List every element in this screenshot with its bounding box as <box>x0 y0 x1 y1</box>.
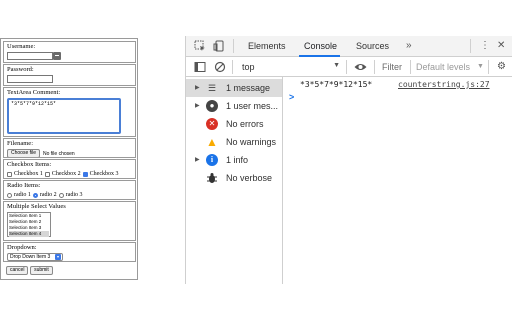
sidebar-item-messages[interactable]: ▶ ☰ 1 message <box>186 79 282 97</box>
tab-console[interactable]: Console <box>304 41 337 51</box>
devtools-panel: Elements Console Sources » ⋮ ✕ top ▼ Fil… <box>185 36 512 284</box>
sidebar-item-verbose[interactable]: No verbose <box>186 169 282 187</box>
radio-1[interactable] <box>7 192 12 198</box>
sidebar-item-user-messages[interactable]: ▶ ● 1 user mes... <box>186 97 282 115</box>
password-label: Password: <box>7 66 34 73</box>
buttons-cell: cancel submit <box>3 263 136 277</box>
chevron-right-icon[interactable]: ▶ <box>195 151 200 169</box>
console-output: *3*5*7*9*12*15* counterstring.js:27 > <box>283 77 512 284</box>
sidebar-item-warnings[interactable]: ▲ No warnings <box>186 133 282 151</box>
multiselect-cell: Multiple Select Values Selection Item 1 … <box>3 201 136 241</box>
filter-input[interactable]: Filter <box>382 62 402 72</box>
list-icon: ☰ <box>207 83 217 93</box>
tab-sources[interactable]: Sources <box>356 41 389 51</box>
chevron-right-icon[interactable]: ▶ <box>195 97 200 115</box>
chevron-double-right-icon[interactable]: » <box>406 40 412 52</box>
bug-icon <box>206 172 218 184</box>
password-input[interactable] <box>7 75 53 83</box>
tab-elements[interactable]: Elements <box>248 41 286 51</box>
password-cell: Password: <box>3 64 136 86</box>
sidebar-item-label: No verbose <box>226 173 273 183</box>
prompt-chevron-icon: > <box>289 92 295 102</box>
chevron-down-icon: ▼ <box>477 63 484 70</box>
checkbox-2[interactable] <box>44 171 50 177</box>
sidebar-toggle-icon[interactable] <box>194 61 206 77</box>
dropdown-cell: Dropdown: Drop Down Item 3 ▾ <box>3 242 136 262</box>
console-sidebar: ▶ ☰ 1 message ▶ ● 1 user mes... ✕ No err… <box>186 77 283 284</box>
console-message-row: *3*5*7*9*12*15* counterstring.js:27 <box>283 77 512 92</box>
radio-label: Radio Items: <box>7 182 41 189</box>
sidebar-item-label: No warnings <box>226 137 277 147</box>
multiselect-listbox[interactable]: Selection Item 1 Selection Item 2 Select… <box>7 212 51 237</box>
console-source-link[interactable]: counterstring.js:27 <box>398 80 490 89</box>
textarea-label: TextArea Comment: <box>7 89 61 96</box>
toolbar-divider <box>374 60 375 74</box>
sidebar-item-label: No errors <box>226 119 264 129</box>
dropdown-select[interactable]: Drop Down Item 3 ▾ <box>7 253 63 261</box>
choose-file-button[interactable]: Choose file <box>7 149 41 157</box>
context-select-value: top <box>242 62 255 72</box>
list-item[interactable]: Selection Item 4 <box>9 231 49 237</box>
username-input[interactable] <box>7 52 61 60</box>
eye-icon[interactable] <box>354 61 367 77</box>
submit-button[interactable]: submit <box>30 266 53 275</box>
devtools-tab-bar: Elements Console Sources » ⋮ ✕ <box>186 36 512 57</box>
radio-2[interactable] <box>32 192 38 198</box>
checkbox-label: Checkbox Items: <box>7 161 52 168</box>
radio-1-label: radio 1 <box>14 192 31 198</box>
checkbox-1-label: Checkbox 1 <box>14 171 43 177</box>
log-levels-select[interactable]: Default levels <box>416 62 470 72</box>
toolbar-divider <box>233 39 234 53</box>
console-toolbar: top ▼ Filter Default levels ▼ ⚙ <box>186 57 512 77</box>
close-icon[interactable]: ✕ <box>497 40 505 52</box>
checkbox-3-label: Checkbox 3 <box>89 171 119 177</box>
checkbox-2-label: Checkbox 2 <box>51 171 81 177</box>
radio-cell: Radio Items: radio 1 radio 2 radio 3 <box>3 180 136 200</box>
radio-2-label: radio 2 <box>39 192 57 198</box>
sidebar-item-label: 1 user mes... <box>226 101 279 111</box>
dropdown-label: Dropdown: <box>7 244 37 251</box>
checkbox-1[interactable] <box>7 171 12 177</box>
checkbox-cell: Checkbox Items: Checkbox 1 Checkbox 2 Ch… <box>3 159 136 179</box>
password-manager-key-icon[interactable] <box>53 52 61 60</box>
user-icon: ● <box>206 100 218 112</box>
chevron-right-icon[interactable]: ▶ <box>195 79 200 97</box>
kebab-menu-icon[interactable]: ⋮ <box>480 40 490 52</box>
toolbar-divider <box>488 60 489 74</box>
multiselect-label: Multiple Select Values <box>7 203 66 210</box>
inspect-element-icon[interactable] <box>194 40 206 56</box>
username-label: Username: <box>7 43 36 50</box>
html-form-page: Username: Password: TextArea Comment: *3… <box>0 38 138 280</box>
toolbar-divider <box>346 60 347 74</box>
radio-3[interactable] <box>58 192 64 198</box>
filename-label: Filename: <box>7 140 33 147</box>
info-icon: i <box>206 154 218 166</box>
no-file-text: No file chosen <box>43 150 75 157</box>
toolbar-divider <box>410 60 411 74</box>
clear-console-icon[interactable] <box>214 61 226 77</box>
sidebar-item-label: 1 info <box>226 155 249 165</box>
gear-icon[interactable]: ⚙ <box>497 61 506 73</box>
filename-cell: Filename: Choose file No file chosen <box>3 138 136 158</box>
console-prompt-row[interactable]: > <box>283 92 512 106</box>
context-select[interactable]: top ▼ <box>238 59 344 75</box>
toolbar-divider <box>232 60 233 74</box>
username-cell: Username: <box>3 41 136 63</box>
comment-textarea[interactable]: *3*5*7*9*12*15* <box>7 98 121 134</box>
cancel-button[interactable]: cancel <box>6 266 29 275</box>
radio-3-label: radio 3 <box>65 192 83 198</box>
warning-icon: ▲ <box>206 135 218 149</box>
console-message-text: *3*5*7*9*12*15* <box>300 80 373 89</box>
toolbar-divider <box>470 39 471 53</box>
chevron-down-icon: ▾ <box>55 254 61 260</box>
checkbox-3[interactable] <box>82 171 88 177</box>
error-icon: ✕ <box>206 118 218 130</box>
sidebar-item-label: 1 message <box>226 83 271 93</box>
sidebar-item-info[interactable]: ▶ i 1 info <box>186 151 282 169</box>
sidebar-item-errors[interactable]: ✕ No errors <box>186 115 282 133</box>
device-toolbar-icon[interactable] <box>213 40 225 56</box>
textarea-cell: TextArea Comment: *3*5*7*9*12*15* <box>3 87 136 137</box>
chevron-down-icon: ▼ <box>333 62 340 69</box>
dropdown-value: Drop Down Item 3 <box>10 254 51 260</box>
